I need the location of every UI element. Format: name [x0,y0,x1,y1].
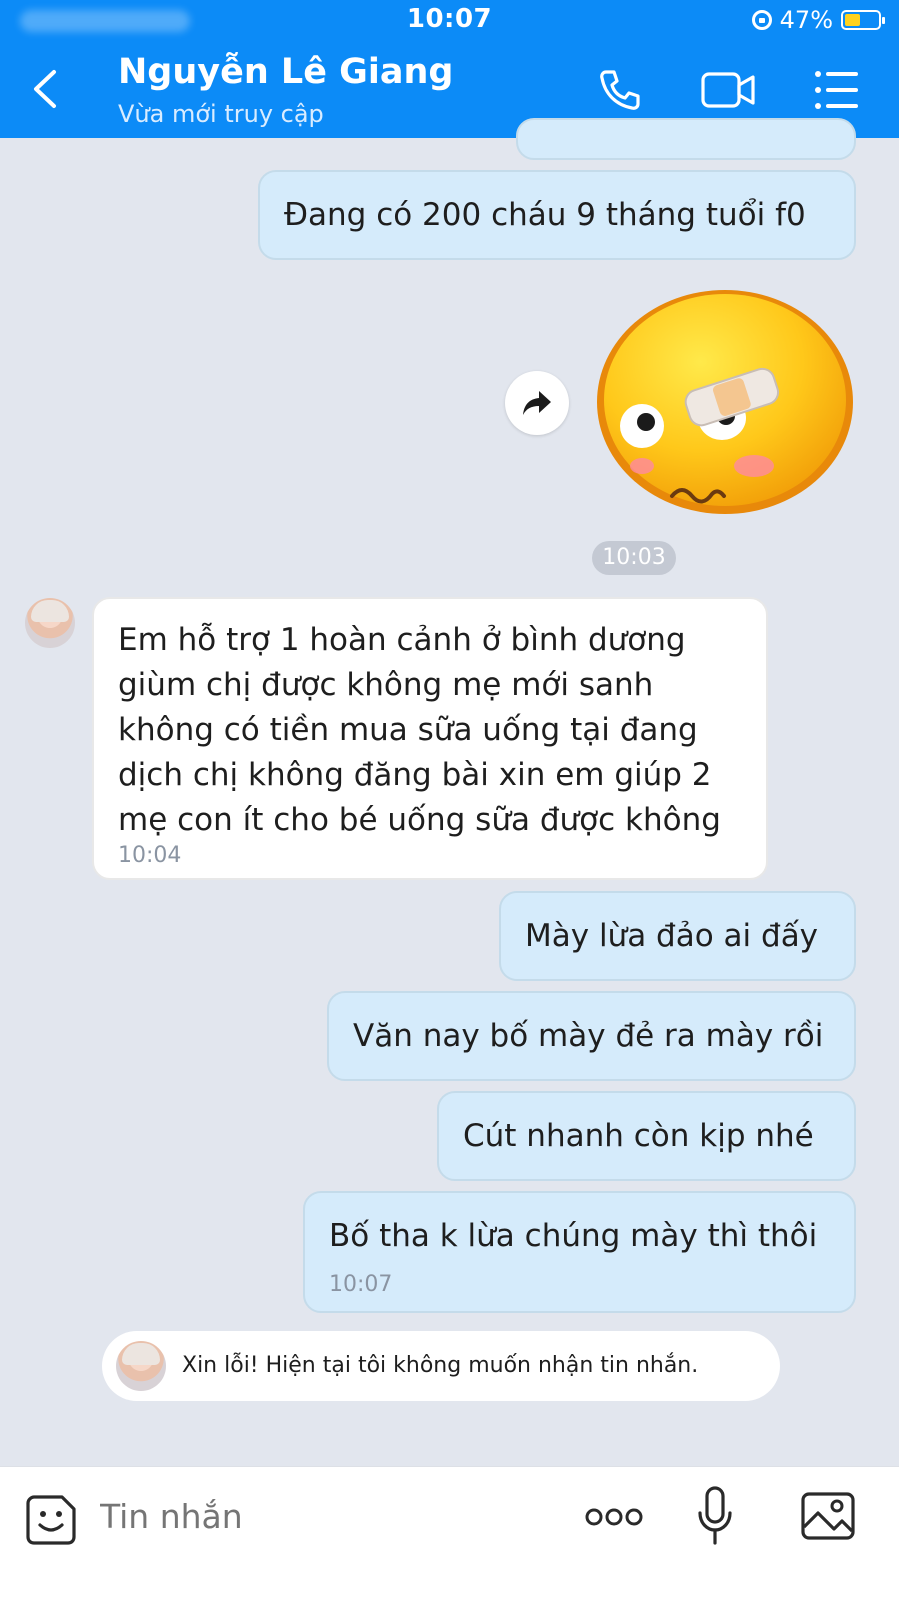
message-input[interactable] [100,1497,540,1536]
message-text: Cút nhanh còn kịp nhé [463,1118,814,1154]
contact-status: Vừa mới truy cập [118,100,324,128]
message-bubble-outgoing[interactable]: Văn nay bố mày đẻ ra mày rồi [327,991,856,1081]
contact-avatar-small [116,1341,166,1391]
message-line: Em hỗ trợ 1 hoàn cảnh ở bình dương [118,622,686,658]
message-bubble-outgoing[interactable]: Cút nhanh còn kịp nhé [437,1091,856,1181]
message-bubble-partial[interactable] [516,118,856,160]
notice-text: Xin lỗi! Hiện tại tôi không muốn nhận ti… [182,1353,699,1378]
message-time: 10:07 [329,1272,393,1297]
battery-fill [845,14,860,26]
status-right: 47% [751,6,885,34]
message-line: không có tiền mua sữa uống tại đang [118,712,698,748]
mic-icon[interactable] [696,1485,734,1547]
message-text: Mày lừa đảo ai đấy [525,918,819,954]
message-text: Đang có 200 cháu 9 tháng tuổi f0 [284,197,806,233]
video-icon[interactable] [700,66,756,114]
auto-reply-notice: Xin lỗi! Hiện tại tôi không muốn nhận ti… [102,1331,780,1401]
message-text: Bố tha k lừa chúng mày thì thôi [329,1218,818,1254]
image-icon[interactable] [800,1491,856,1541]
message-time: 10:04 [118,843,182,868]
contact-name[interactable]: Nguyễn Lê Giang [118,52,453,92]
message-line: dịch chị không đăng bài xin em giúp 2 [118,757,712,793]
phone-icon[interactable] [596,66,644,114]
contact-avatar[interactable] [25,598,75,648]
back-icon[interactable] [26,66,66,112]
forward-icon [523,391,551,415]
message-bubble-incoming[interactable]: Em hỗ trợ 1 hoàn cảnh ở bình dương giùm … [92,597,768,880]
more-icon[interactable] [584,1505,644,1529]
message-text: Văn nay bố mày đẻ ra mày rồi [353,1018,824,1054]
timestamp-pill: 10:03 [592,541,676,575]
sticker-bandaged-emoji[interactable] [594,288,856,516]
message-line: mẹ con ít cho bé uống sữa được không [118,802,721,838]
sticker-icon[interactable] [24,1493,78,1547]
message-line: giùm chị được không mẹ mới sanh [118,667,654,703]
message-composer [0,1466,899,1600]
message-bubble-outgoing[interactable]: Bố tha k lừa chúng mày thì thôi 10:07 [303,1191,856,1313]
menu-icon[interactable] [812,66,860,114]
battery-percent: 47% [779,6,833,34]
rotation-lock-icon [751,10,772,30]
message-bubble-outgoing[interactable]: Đang có 200 cháu 9 tháng tuổi f0 [258,170,856,260]
message-bubble-outgoing[interactable]: Mày lừa đảo ai đấy [499,891,856,981]
battery-icon [841,10,885,30]
forward-button[interactable] [505,371,569,435]
